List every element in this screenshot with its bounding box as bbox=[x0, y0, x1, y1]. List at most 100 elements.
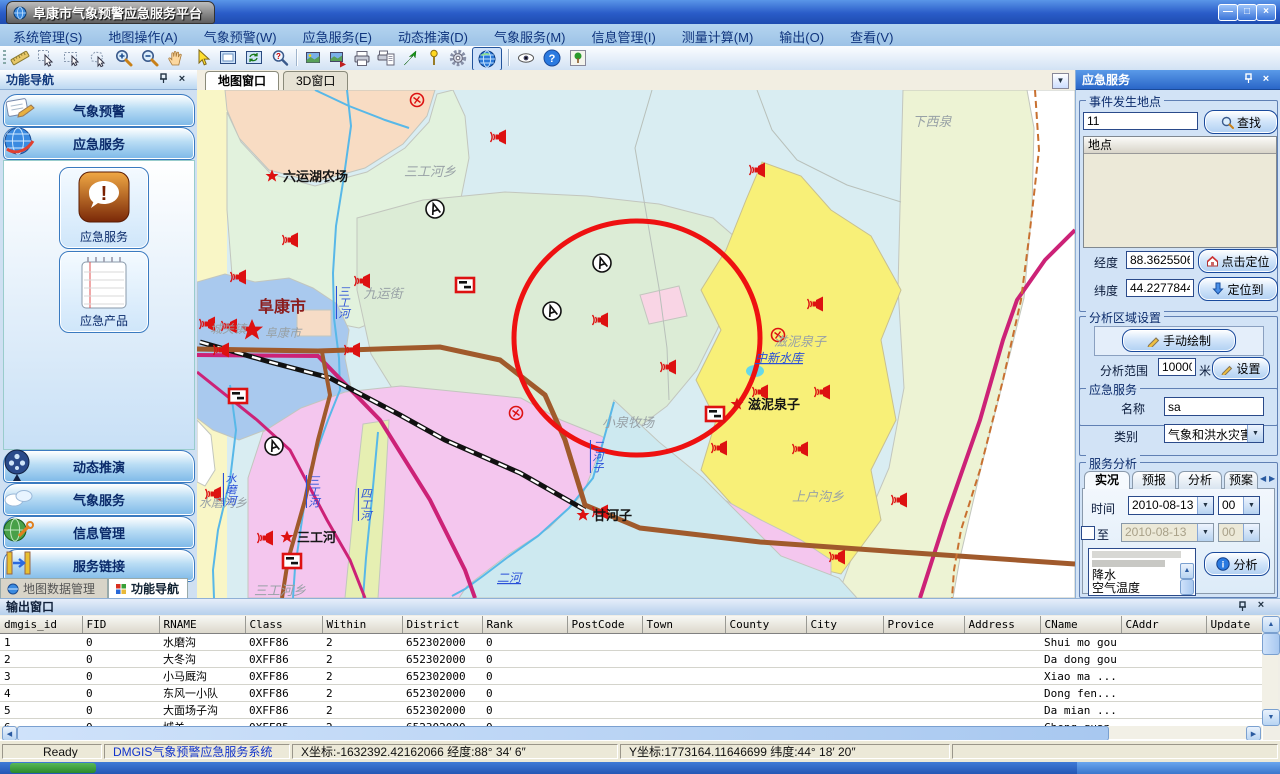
location-list[interactable]: 地点 bbox=[1083, 136, 1277, 248]
tab-live[interactable]: 实况 bbox=[1084, 471, 1130, 489]
map-export-icon[interactable] bbox=[326, 47, 350, 69]
close-button[interactable]: × bbox=[1256, 4, 1276, 21]
column-header[interactable]: District bbox=[402, 616, 482, 634]
location-list-body[interactable] bbox=[1084, 154, 1276, 247]
search-button[interactable]: 查找 bbox=[1204, 110, 1278, 134]
emergency-service-button[interactable]: ! 应急服务 bbox=[59, 167, 149, 249]
locate-to-button[interactable]: 定位到 bbox=[1198, 277, 1278, 301]
scroll-right-icon[interactable]: ▶ bbox=[1246, 726, 1261, 741]
chevron-down-icon[interactable]: ▼ bbox=[1247, 425, 1263, 442]
set-range-button[interactable]: 设置 bbox=[1212, 357, 1270, 380]
hotlink-pin-icon[interactable] bbox=[422, 47, 446, 69]
settings-gear-icon[interactable] bbox=[446, 47, 470, 69]
scroll-up-icon[interactable]: ▲ bbox=[1180, 563, 1194, 579]
scroll-thumb[interactable] bbox=[17, 726, 1109, 741]
tab-function-nav[interactable]: 功能导航 bbox=[108, 578, 188, 598]
date-select[interactable]: 2010-08-13 ▼ bbox=[1128, 496, 1214, 515]
tab-map-data-management[interactable]: 地图数据管理 bbox=[0, 578, 108, 598]
hour-select[interactable]: 00 ▼ bbox=[1218, 496, 1260, 515]
tab-forecast[interactable]: 预报 bbox=[1132, 471, 1176, 489]
column-header[interactable]: RNAME bbox=[159, 616, 245, 634]
column-header[interactable]: Update bbox=[1206, 616, 1262, 634]
tab-map-view[interactable]: 地图窗口 bbox=[205, 71, 279, 91]
column-header[interactable]: CName bbox=[1040, 616, 1121, 634]
refresh-icon[interactable] bbox=[242, 47, 266, 69]
monitor-station-icon[interactable] bbox=[426, 200, 444, 218]
to-date-select[interactable]: 2010-08-13 ▼ bbox=[1121, 523, 1214, 542]
menu-item[interactable]: 查看(V) bbox=[837, 24, 906, 46]
tab-3d-view[interactable]: 3D窗口 bbox=[283, 71, 348, 91]
to-hour-select[interactable]: 00 ▼ bbox=[1218, 523, 1260, 542]
map-canvas[interactable]: 六运湖农场 三工河乡 下西泉 九运街 阜康市 城关镇 阜康市 滋泥泉子 中新水库… bbox=[197, 90, 1075, 598]
chevron-down-icon[interactable]: ▼ bbox=[1197, 497, 1213, 514]
pin-icon[interactable] bbox=[157, 73, 171, 87]
analyze-button[interactable]: i 分析 bbox=[1204, 552, 1270, 576]
menu-item[interactable]: 测量计算(M) bbox=[669, 24, 767, 46]
table-row[interactable]: 40东风一小队0XFF86 26523020000 Dong fen... bbox=[0, 685, 1262, 702]
scroll-thumb[interactable] bbox=[1262, 633, 1280, 655]
select-rect-icon[interactable] bbox=[60, 47, 84, 69]
column-header[interactable]: FID bbox=[82, 616, 159, 634]
menu-item[interactable]: 动态推演(D) bbox=[385, 24, 481, 46]
globe-tool-icon[interactable] bbox=[472, 47, 502, 71]
service-name-input[interactable] bbox=[1164, 397, 1264, 416]
shelter-flag-icon[interactable] bbox=[229, 389, 247, 403]
latitude-input[interactable] bbox=[1126, 279, 1194, 297]
click-locate-button[interactable]: 点击定位 bbox=[1198, 249, 1278, 273]
measure-icon[interactable] bbox=[8, 47, 32, 69]
overview-tree-icon[interactable] bbox=[566, 47, 590, 69]
scroll-left-icon[interactable]: ◀ bbox=[2, 726, 17, 741]
tab-scroll-right-icon[interactable]: ▶ bbox=[1269, 474, 1275, 483]
location-list-header[interactable]: 地点 bbox=[1084, 137, 1276, 154]
tab-plan[interactable]: 预案 bbox=[1224, 471, 1258, 489]
close-icon[interactable]: × bbox=[1254, 599, 1268, 613]
close-icon[interactable]: × bbox=[175, 73, 189, 87]
help-icon[interactable]: ? bbox=[540, 47, 564, 69]
tab-analysis[interactable]: 分析 bbox=[1178, 471, 1222, 489]
column-header[interactable]: CAddr bbox=[1121, 616, 1206, 634]
menu-item[interactable]: 输出(O) bbox=[766, 24, 837, 46]
pin-icon[interactable] bbox=[1236, 601, 1250, 615]
to-checkbox[interactable] bbox=[1081, 526, 1095, 540]
pan-hand-icon[interactable] bbox=[164, 47, 188, 69]
eye-icon[interactable] bbox=[514, 47, 538, 69]
location-keyword-input[interactable] bbox=[1083, 112, 1198, 130]
layers-icon[interactable] bbox=[302, 47, 326, 69]
column-header[interactable]: City bbox=[806, 616, 883, 634]
table-row[interactable]: 50大面场子沟0XFF86 26523020000 Da mian ... bbox=[0, 702, 1262, 719]
column-header[interactable]: County bbox=[725, 616, 806, 634]
tab-scroll-left-icon[interactable]: ◀ bbox=[1260, 474, 1266, 483]
menu-item[interactable]: 气象服务(M) bbox=[481, 24, 579, 46]
identify-icon[interactable]: ? bbox=[268, 47, 292, 69]
column-header[interactable]: Provice bbox=[883, 616, 964, 634]
column-header[interactable]: PostCode bbox=[567, 616, 642, 634]
monitor-station-icon[interactable] bbox=[593, 254, 611, 272]
chevron-down-icon[interactable]: ▼ bbox=[1197, 524, 1213, 541]
column-header[interactable]: dmgis_id bbox=[0, 616, 82, 634]
table-row[interactable]: 30小马厩沟0XFF86 26523020000 Xiao ma ... bbox=[0, 668, 1262, 685]
zoom-out-icon[interactable] bbox=[138, 47, 162, 69]
menu-item[interactable]: 应急服务(E) bbox=[290, 24, 385, 46]
start-button-sliver[interactable] bbox=[10, 763, 96, 773]
range-input[interactable] bbox=[1158, 358, 1196, 376]
table-row[interactable]: 20大冬沟0XFF86 26523020000 Da dong gou bbox=[0, 651, 1262, 668]
column-header[interactable]: Within bbox=[322, 616, 402, 634]
select-element-icon[interactable] bbox=[398, 47, 422, 69]
print-icon[interactable] bbox=[350, 47, 374, 69]
menu-item[interactable]: 地图操作(A) bbox=[95, 24, 190, 46]
emergency-product-button[interactable]: 应急产品 bbox=[59, 251, 149, 333]
minimize-button[interactable]: — bbox=[1218, 4, 1238, 21]
scroll-thumb[interactable] bbox=[1180, 579, 1194, 595]
shelter-flag-icon[interactable] bbox=[706, 407, 724, 421]
scroll-up-icon[interactable]: ▲ bbox=[1262, 616, 1280, 633]
select-icon[interactable] bbox=[34, 47, 58, 69]
monitor-station-icon[interactable] bbox=[543, 302, 561, 320]
column-header[interactable]: Town bbox=[642, 616, 725, 634]
full-extent-icon[interactable] bbox=[216, 47, 240, 69]
manual-draw-button[interactable]: 手动绘制 bbox=[1122, 329, 1236, 352]
pointer-icon[interactable] bbox=[190, 47, 214, 69]
shelter-flag-icon[interactable] bbox=[456, 278, 474, 292]
table-row[interactable]: 10水磨沟0XFF86 26523020000 Shui mo gou bbox=[0, 634, 1262, 651]
close-icon[interactable]: × bbox=[1259, 73, 1273, 87]
tab-dropdown-button[interactable]: ▼ bbox=[1052, 73, 1069, 89]
